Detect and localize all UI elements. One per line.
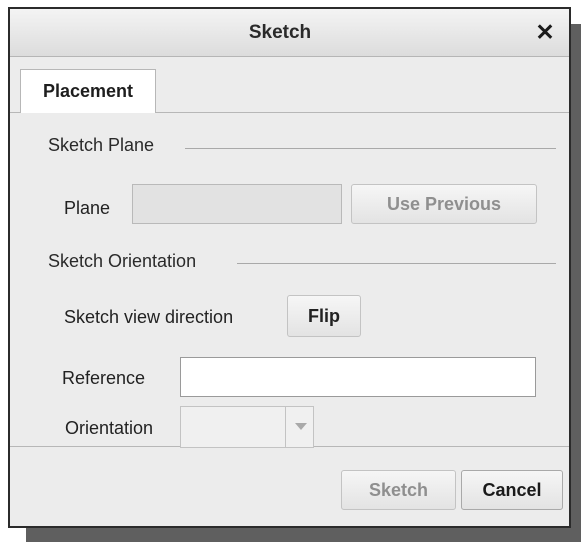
flip-button[interactable]: Flip: [287, 295, 361, 337]
placement-panel: Sketch Plane Plane Use Previous Sketch O…: [10, 112, 569, 448]
dialog-title: Sketch: [248, 22, 312, 43]
reference-field[interactable]: [180, 357, 536, 397]
chevron-down-icon: [295, 423, 307, 430]
dialog-titlebar[interactable]: Sketch ✕: [10, 9, 569, 57]
cancel-button[interactable]: Cancel: [461, 470, 563, 510]
sketch-orientation-separator: [237, 263, 556, 264]
sketch-plane-group-label: Sketch Plane: [48, 135, 155, 155]
dropdown-button[interactable]: [285, 407, 313, 447]
sketch-orientation-group-label: Sketch Orientation: [48, 251, 197, 271]
plane-label: Plane: [64, 198, 111, 218]
sketch-plane-separator: [185, 148, 556, 149]
orientation-label: Orientation: [65, 418, 154, 438]
tab-placement[interactable]: Placement: [20, 69, 156, 113]
reference-label: Reference: [62, 368, 146, 388]
orientation-dropdown[interactable]: [180, 406, 314, 448]
plane-field[interactable]: [132, 184, 342, 224]
sketch-view-direction-label: Sketch view direction: [64, 307, 234, 327]
sketch-dialog: Sketch ✕ Placement Sketch Plane Plane Us…: [8, 7, 571, 528]
use-previous-button[interactable]: Use Previous: [351, 184, 537, 224]
sketch-button[interactable]: Sketch: [341, 470, 456, 510]
close-icon[interactable]: ✕: [533, 20, 557, 44]
